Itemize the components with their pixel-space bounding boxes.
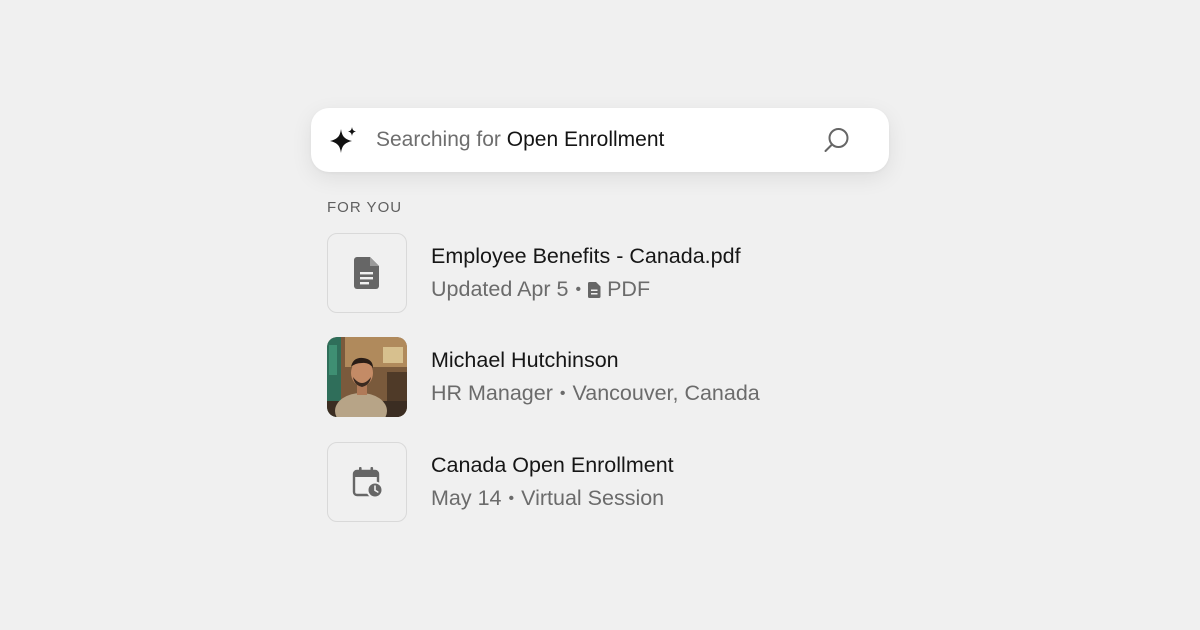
avatar-photo bbox=[327, 337, 407, 417]
document-thumbnail bbox=[327, 233, 407, 313]
result-title: Canada Open Enrollment bbox=[431, 453, 674, 477]
result-item-document[interactable]: Employee Benefits - Canada.pdf Updated A… bbox=[327, 233, 887, 313]
result-meta: Updated Apr 5 bbox=[431, 277, 569, 301]
result-subtitle: May 14 • Virtual Session bbox=[431, 486, 664, 511]
search-input[interactable]: Searching for Open Enrollment bbox=[376, 108, 664, 172]
magnifier-icon[interactable] bbox=[822, 125, 852, 155]
search-prefix: Searching for bbox=[376, 128, 501, 151]
calendar-clock-icon bbox=[352, 467, 384, 499]
document-icon bbox=[588, 281, 601, 298]
result-subtitle: Updated Apr 5 • PDF bbox=[431, 277, 650, 302]
result-detail: Virtual Session bbox=[521, 486, 665, 510]
section-label: FOR YOU bbox=[327, 199, 403, 216]
separator-dot: • bbox=[508, 489, 515, 507]
search-query: Open Enrollment bbox=[506, 128, 665, 151]
result-title: Michael Hutchinson bbox=[431, 348, 619, 372]
document-icon bbox=[354, 257, 379, 289]
separator-dot: • bbox=[575, 280, 582, 298]
result-item-event[interactable]: Canada Open Enrollment May 14 • Virtual … bbox=[327, 442, 887, 522]
search-bar[interactable]: Searching for Open Enrollment bbox=[311, 108, 889, 172]
separator-dot: • bbox=[559, 384, 566, 402]
result-title: Employee Benefits - Canada.pdf bbox=[431, 244, 741, 268]
result-type: PDF bbox=[607, 277, 651, 301]
result-meta: May 14 bbox=[431, 486, 502, 510]
avatar bbox=[327, 337, 407, 417]
event-thumbnail bbox=[327, 442, 407, 522]
sparkle-icon bbox=[330, 127, 356, 153]
result-meta: HR Manager bbox=[431, 381, 553, 405]
result-item-person[interactable]: Michael Hutchinson HR Manager • Vancouve… bbox=[327, 337, 887, 417]
result-location: Vancouver, Canada bbox=[572, 381, 760, 405]
result-subtitle: HR Manager • Vancouver, Canada bbox=[431, 381, 760, 406]
